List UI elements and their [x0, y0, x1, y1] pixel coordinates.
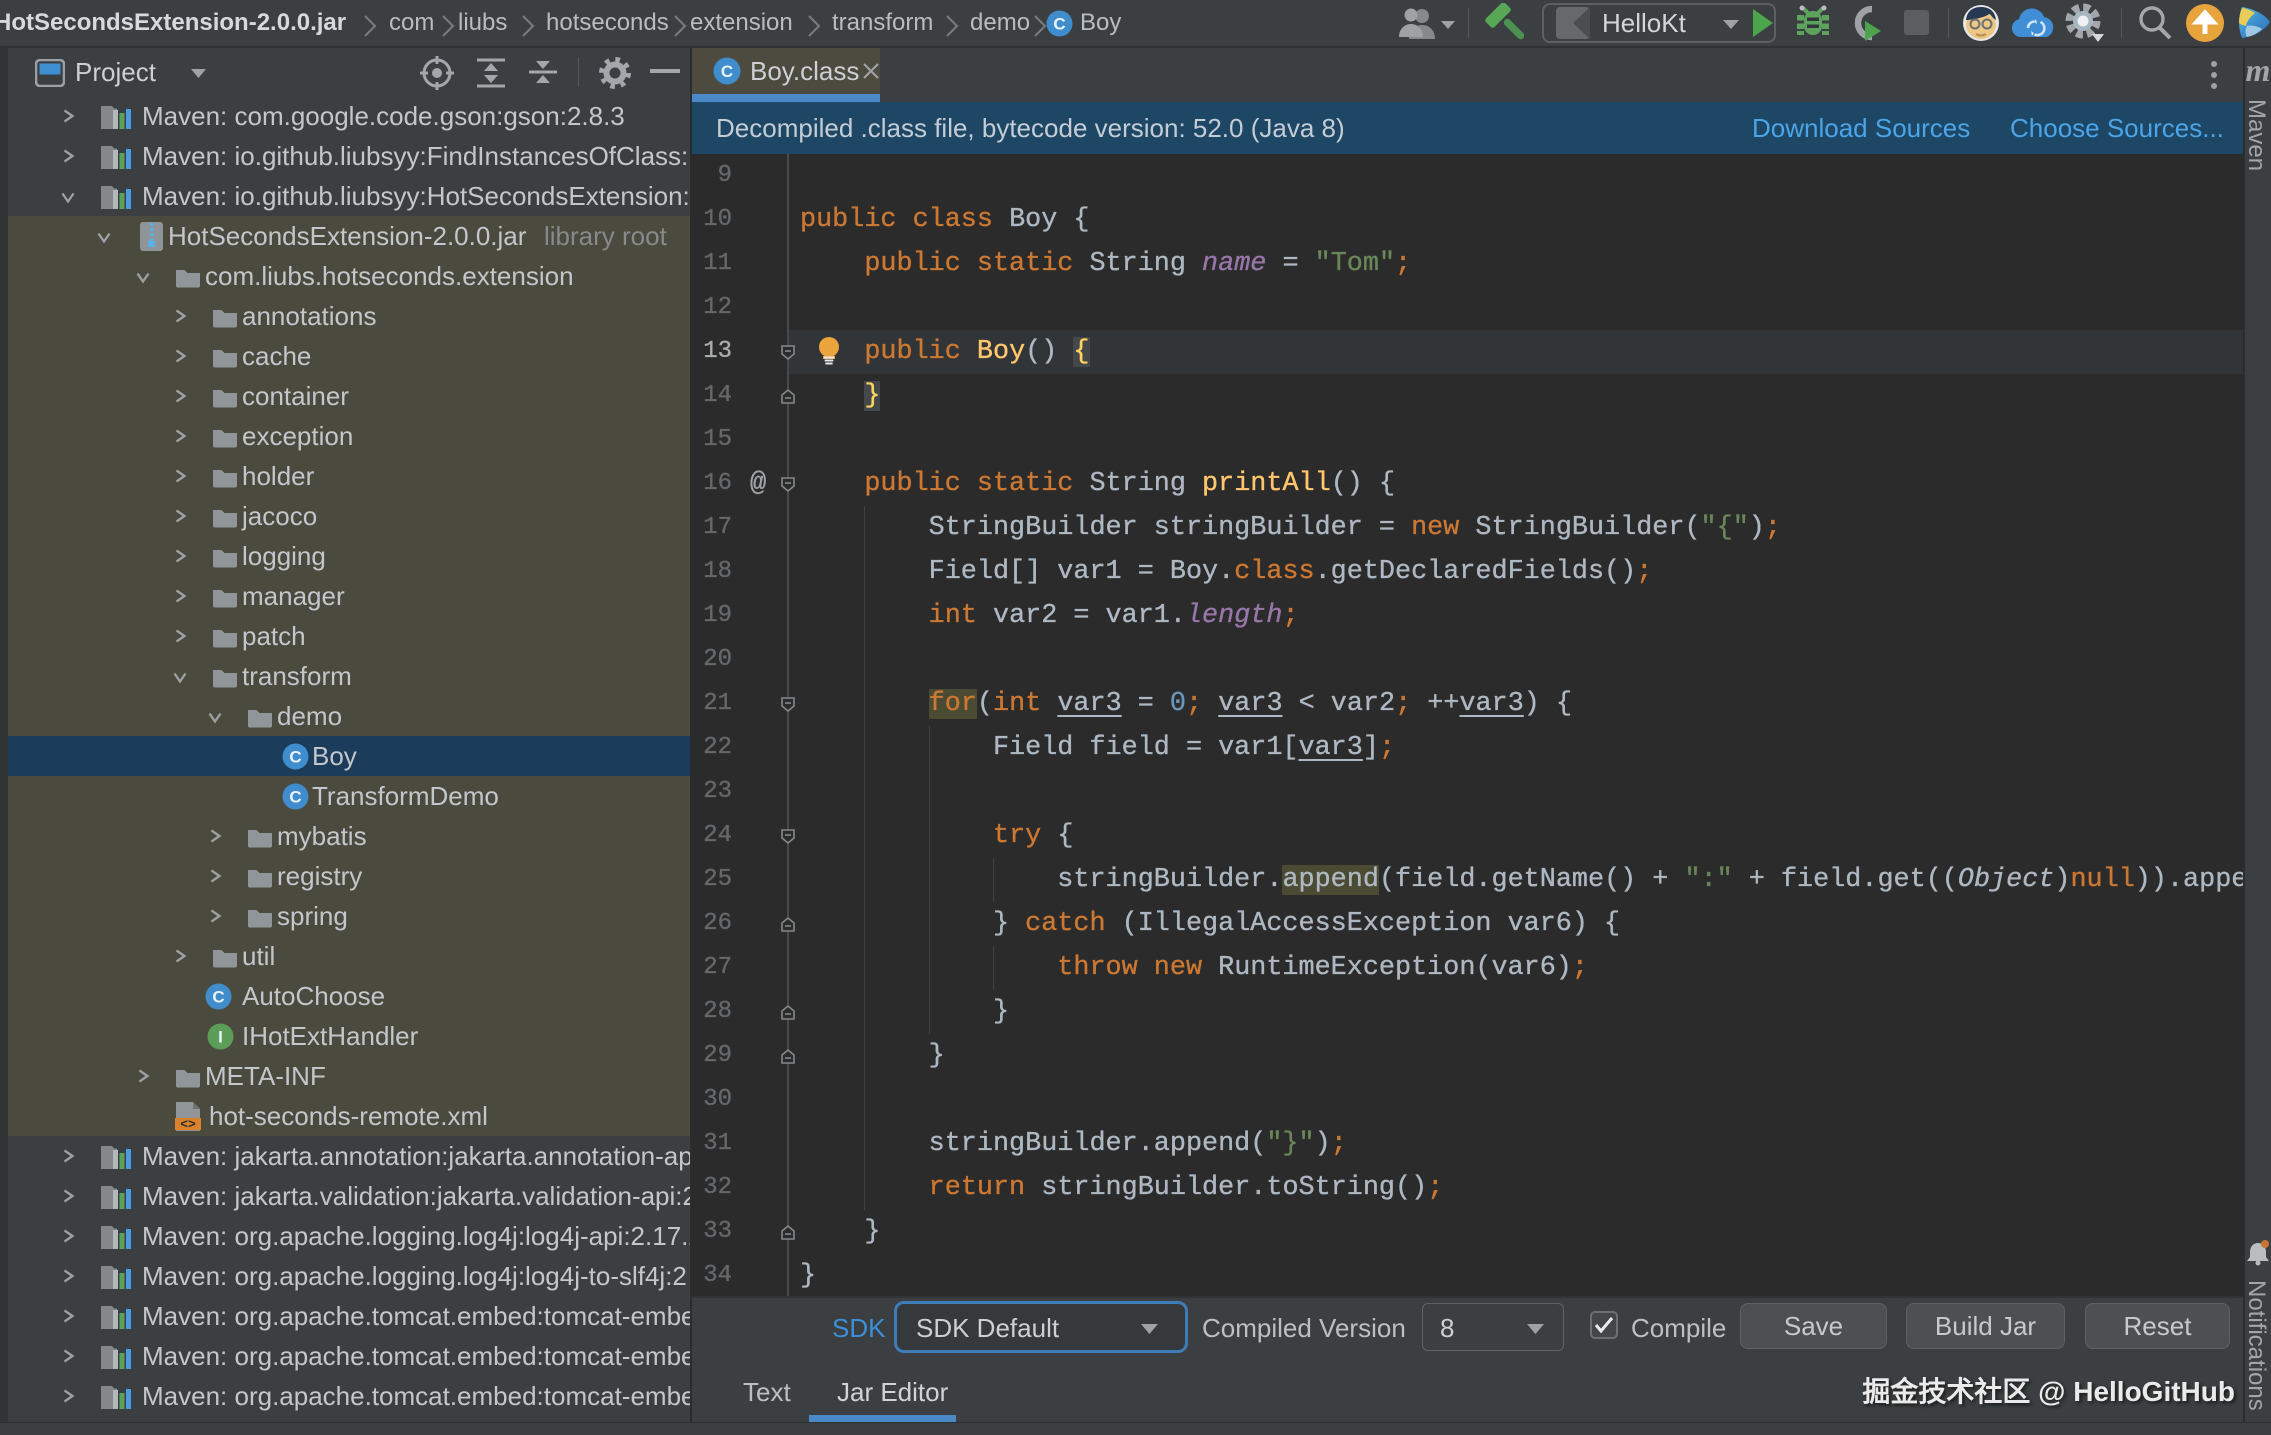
svg-text:I: I: [218, 1028, 223, 1047]
svg-text:C: C: [289, 788, 301, 807]
svg-text:<>: <>: [180, 1117, 196, 1132]
svg-text:C: C: [289, 748, 301, 767]
svg-text:C: C: [721, 62, 733, 81]
svg-text:C: C: [212, 988, 224, 1007]
svg-text:C: C: [1053, 15, 1065, 34]
